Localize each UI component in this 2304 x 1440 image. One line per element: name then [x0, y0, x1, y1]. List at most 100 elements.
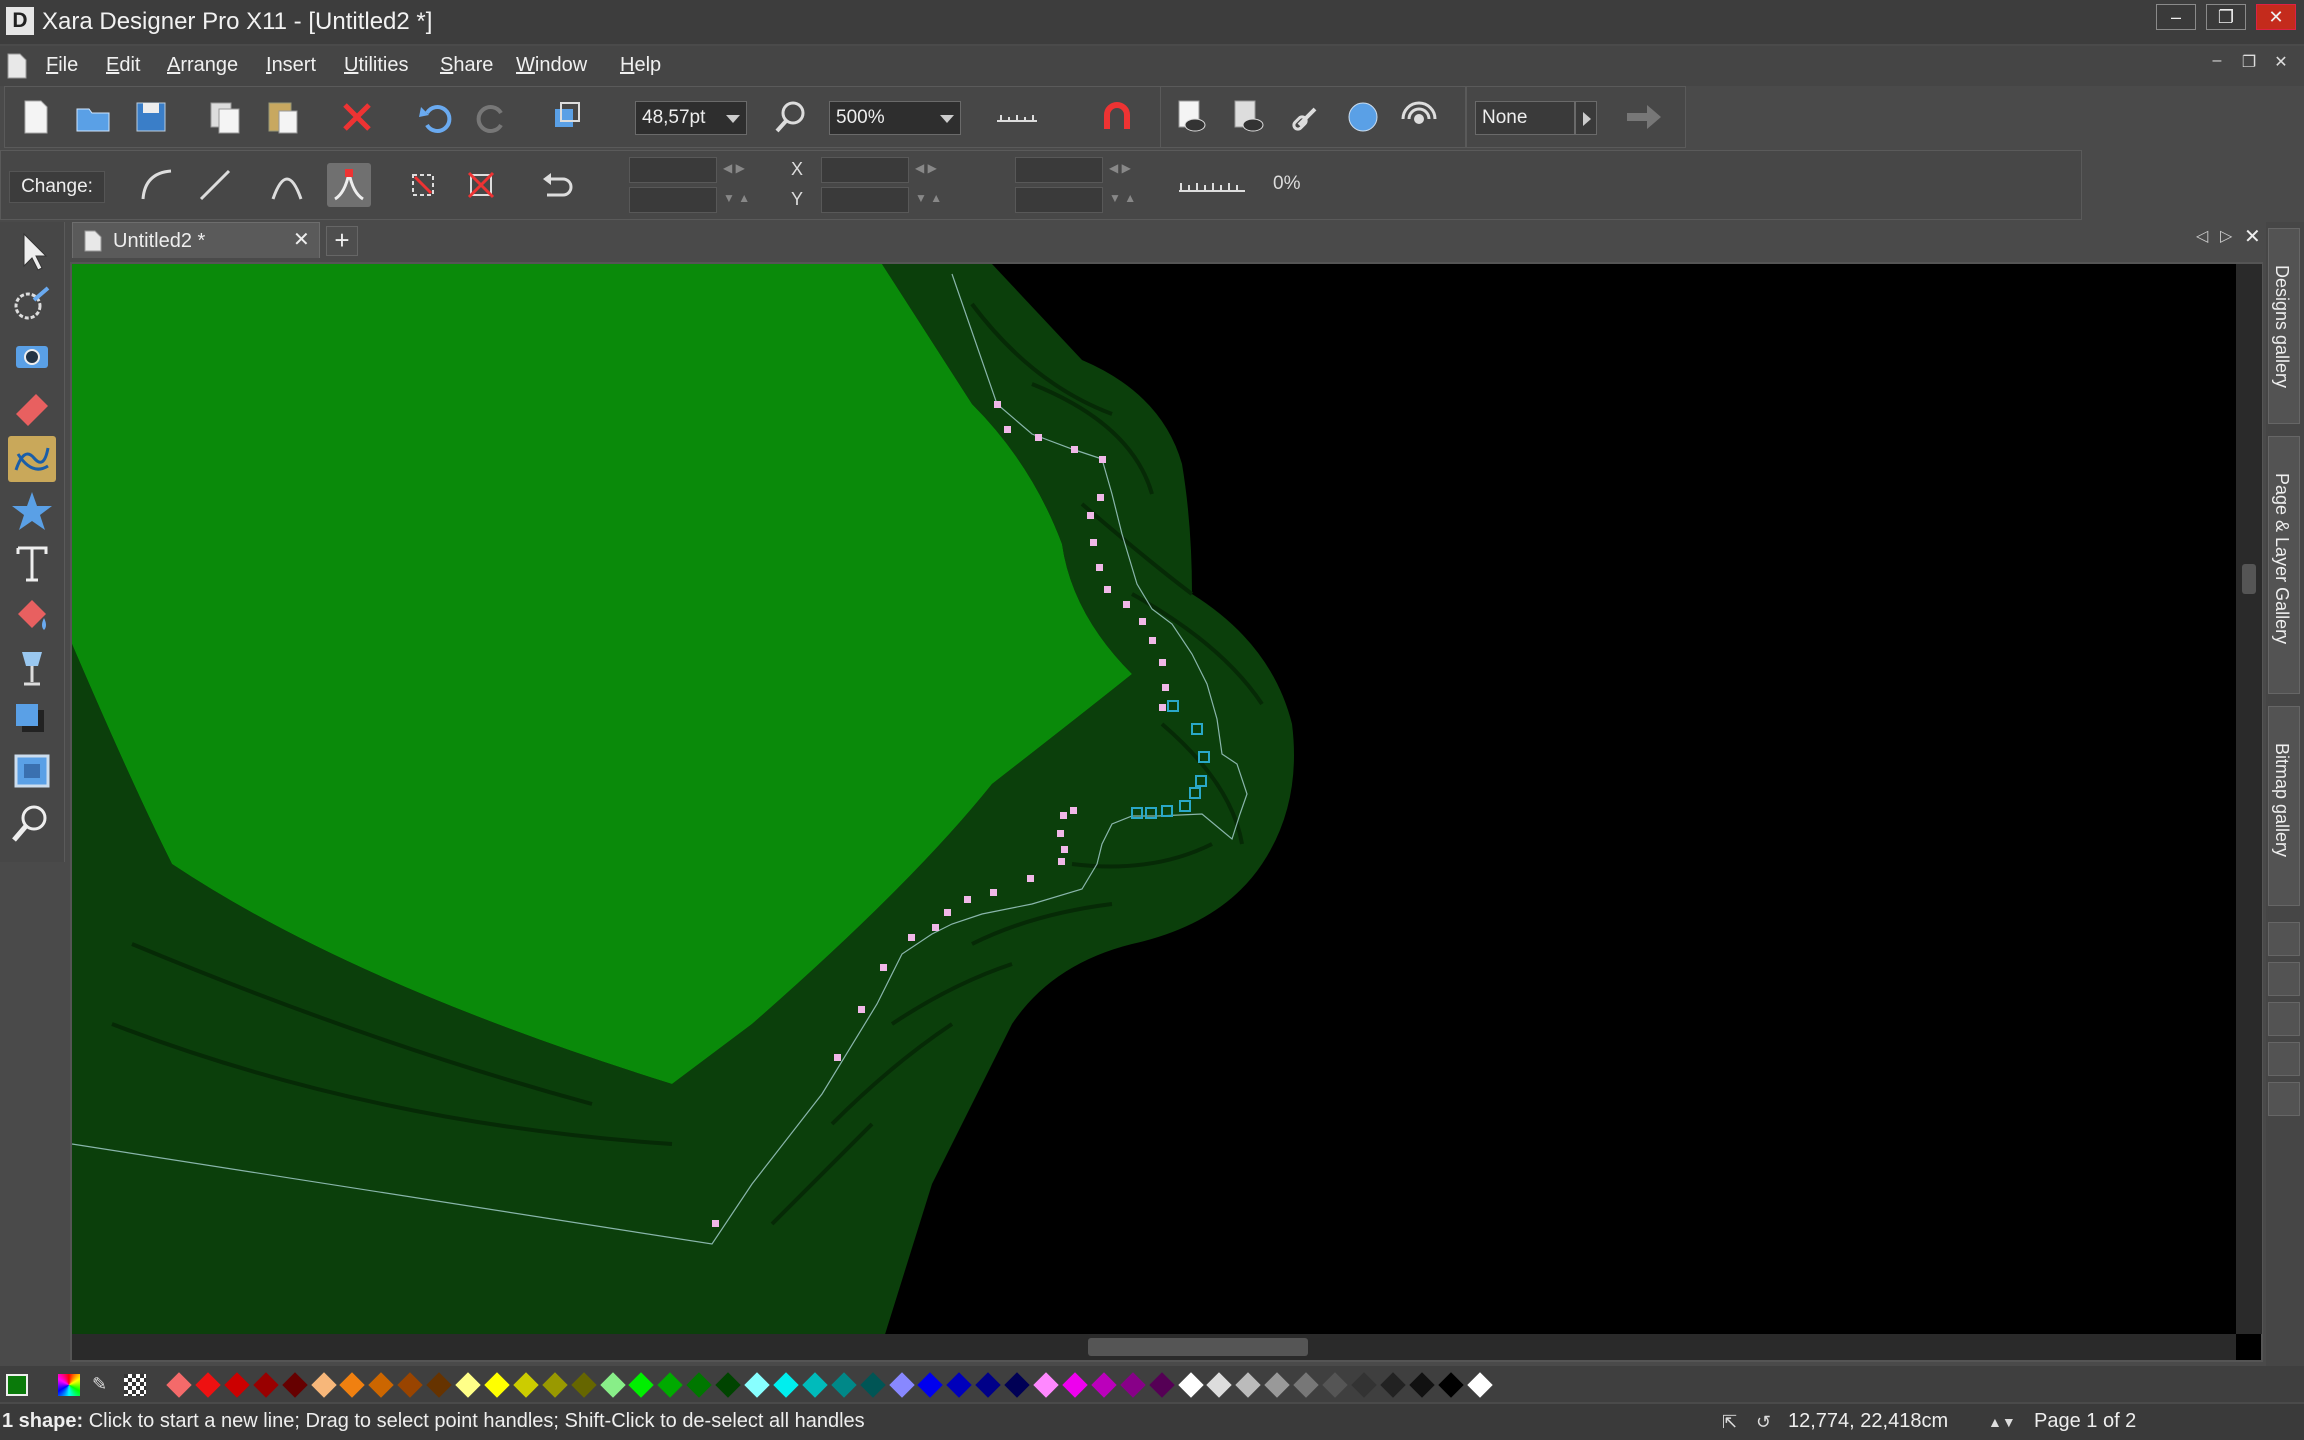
x-field[interactable]	[821, 157, 909, 183]
shape-editor-tool-icon[interactable]	[8, 436, 56, 482]
color-gallery-icon[interactable]	[2268, 1042, 2300, 1076]
scroll-tabs-right-icon[interactable]: ▷	[2220, 226, 2232, 246]
color-swatch[interactable]	[166, 1372, 192, 1398]
color-swatch[interactable]	[975, 1372, 1001, 1398]
close-all-tabs-icon[interactable]: ✕	[2244, 224, 2261, 249]
color-swatch[interactable]	[1091, 1372, 1117, 1398]
font-size-combo[interactable]: 48,57pt	[635, 101, 747, 135]
height-field[interactable]	[629, 187, 717, 213]
color-swatch[interactable]	[397, 1372, 423, 1398]
redo-icon[interactable]	[471, 95, 515, 139]
color-editor-icon[interactable]	[58, 1374, 80, 1396]
zoom-tool-icon[interactable]	[8, 800, 56, 846]
eyedropper-icon[interactable]: ✎	[92, 1374, 114, 1396]
doc-restore-button[interactable]: ❐	[2236, 52, 2262, 74]
menu-file[interactable]: File	[46, 54, 78, 77]
skew-field[interactable]	[1015, 187, 1103, 213]
save-icon[interactable]	[129, 95, 173, 139]
menu-insert[interactable]: Insert	[266, 54, 316, 77]
tab-untitled2[interactable]: Untitled2 * ✕	[72, 222, 320, 258]
snap-magnet-icon[interactable]	[1095, 95, 1139, 139]
color-swatch[interactable]	[1004, 1372, 1030, 1398]
font-gallery-icon[interactable]	[2268, 1002, 2300, 1036]
close-button[interactable]: ✕	[2256, 4, 2296, 30]
color-swatch[interactable]	[1062, 1372, 1088, 1398]
width-field[interactable]	[629, 157, 717, 183]
color-swatch[interactable]	[1293, 1372, 1319, 1398]
color-swatch[interactable]	[657, 1372, 684, 1398]
y-field[interactable]	[821, 187, 909, 213]
doc-close-button[interactable]: ✕	[2268, 52, 2294, 74]
restore-button[interactable]: ❐	[2206, 4, 2246, 30]
publish-web-icon[interactable]	[1341, 95, 1385, 139]
color-swatch[interactable]	[686, 1372, 712, 1398]
shadow-tool-icon[interactable]	[8, 696, 56, 742]
color-swatch[interactable]	[252, 1372, 279, 1398]
new-document-icon[interactable]	[13, 95, 57, 139]
minimize-button[interactable]: –	[2156, 4, 2196, 30]
color-swatch[interactable]	[599, 1372, 626, 1398]
color-swatch[interactable]	[1437, 1372, 1464, 1398]
color-swatch[interactable]	[802, 1372, 828, 1398]
horizontal-scrollbar[interactable]	[72, 1334, 2236, 1360]
color-swatch[interactable]	[1235, 1372, 1262, 1398]
color-swatch[interactable]	[1351, 1372, 1377, 1398]
eraser-tool-icon[interactable]	[8, 384, 56, 430]
rotation-field[interactable]	[1015, 157, 1103, 183]
color-swatch[interactable]	[773, 1372, 799, 1398]
color-swatch[interactable]	[455, 1372, 481, 1398]
color-swatch[interactable]	[570, 1372, 597, 1398]
color-swatch[interactable]	[195, 1372, 221, 1398]
doc-minimize-button[interactable]: –	[2204, 52, 2230, 74]
color-swatch[interactable]	[830, 1372, 857, 1398]
select-mode-icon[interactable]: ⇱	[1722, 1412, 1737, 1433]
delete-point-icon[interactable]	[459, 163, 503, 207]
color-swatch[interactable]	[1322, 1372, 1348, 1398]
menu-help[interactable]: Help	[620, 54, 661, 77]
fill-gallery-icon[interactable]	[2268, 962, 2300, 996]
color-swatch[interactable]	[426, 1372, 452, 1398]
scroll-tabs-left-icon[interactable]: ◁	[2196, 226, 2208, 246]
zoom-combo[interactable]: 500%	[829, 101, 961, 135]
selector-tool-icon[interactable]	[8, 228, 56, 274]
page-nav-icon[interactable]: ▲▼	[1988, 1414, 2016, 1430]
quality-combo[interactable]: None	[1475, 101, 1575, 135]
color-swatch[interactable]	[859, 1372, 886, 1398]
quality-arrow-icon[interactable]	[1575, 101, 1597, 135]
line-gallery-icon[interactable]	[2268, 922, 2300, 956]
menu-edit[interactable]: Edit	[106, 54, 140, 77]
color-swatch[interactable]	[1119, 1372, 1146, 1398]
menu-window[interactable]: Window	[516, 54, 587, 77]
ruler-icon[interactable]	[995, 95, 1039, 139]
frame-tool-icon[interactable]	[8, 748, 56, 794]
page-layer-gallery-tab[interactable]: Page & Layer Gallery	[2268, 436, 2300, 694]
menu-utilities[interactable]: Utilities	[344, 54, 408, 77]
no-color-swatch[interactable]	[124, 1374, 146, 1396]
color-swatch[interactable]	[484, 1372, 510, 1398]
designs-gallery-tab[interactable]: Designs gallery	[2268, 228, 2300, 424]
transparency-tool-icon[interactable]	[8, 644, 56, 690]
cusp-point-icon[interactable]	[327, 163, 371, 207]
color-swatch[interactable]	[917, 1372, 944, 1398]
tab-close-icon[interactable]: ✕	[293, 227, 310, 252]
document-canvas[interactable]	[70, 262, 2263, 1362]
vertical-scrollbar[interactable]	[2236, 264, 2262, 1334]
new-tab-button[interactable]: +	[326, 226, 358, 256]
contour-tool-icon[interactable]	[8, 280, 56, 326]
color-swatch[interactable]	[946, 1372, 973, 1398]
color-swatch[interactable]	[513, 1372, 539, 1398]
color-swatch[interactable]	[1264, 1372, 1290, 1398]
color-swatch[interactable]	[715, 1372, 741, 1398]
color-swatch[interactable]	[339, 1372, 366, 1398]
color-swatch[interactable]	[888, 1372, 915, 1398]
open-folder-icon[interactable]	[71, 95, 115, 139]
bitmap-gallery-tab[interactable]: Bitmap gallery	[2268, 706, 2300, 906]
preview-all-icon[interactable]	[1227, 95, 1271, 139]
undo-icon[interactable]	[413, 95, 457, 139]
smooth-point-icon[interactable]	[265, 163, 309, 207]
color-swatch[interactable]	[368, 1372, 395, 1398]
horizontal-scroll-thumb[interactable]	[1088, 1338, 1308, 1356]
copy-icon[interactable]	[203, 95, 247, 139]
link-icon[interactable]	[1285, 95, 1329, 139]
color-swatch[interactable]	[281, 1372, 308, 1398]
